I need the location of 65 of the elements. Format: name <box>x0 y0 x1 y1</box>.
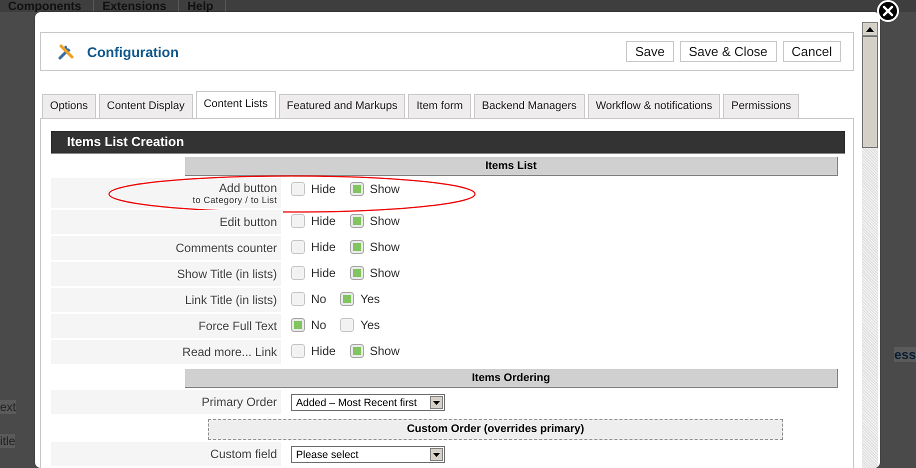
option-label: Hide <box>311 214 336 228</box>
field-sublabel: to Category / to List <box>192 195 277 205</box>
group-subheader: Custom Order (overrides primary) <box>208 419 783 440</box>
tab[interactable]: Featured and Markups <box>278 94 406 118</box>
field-label: Comments counter <box>176 241 277 255</box>
field-label: Custom field <box>210 447 277 461</box>
tab[interactable]: Item form <box>408 94 471 118</box>
option-label: Yes <box>360 318 380 332</box>
field-label: Add button <box>218 181 277 195</box>
background-text: ess <box>894 347 916 362</box>
tab[interactable]: Content Display <box>98 94 193 118</box>
option-label: Show <box>370 240 400 254</box>
option-label: Hide <box>311 266 336 280</box>
option-label: Hide <box>311 182 336 196</box>
radio-button[interactable] <box>291 214 305 228</box>
radio-button[interactable] <box>350 214 364 228</box>
field-label: Show Title (in lists) <box>176 267 277 281</box>
field-label: Primary Order <box>202 395 277 409</box>
dropdown-value: Added – Most Recent first <box>296 396 417 408</box>
dialog-title: Configuration <box>87 44 179 60</box>
save-close-button[interactable]: Save & Close <box>680 41 777 62</box>
radio-button[interactable] <box>350 240 364 254</box>
section-title: Items List Creation <box>51 131 845 154</box>
dropdown[interactable]: Please select <box>291 446 445 463</box>
cancel-button[interactable]: Cancel <box>782 41 841 62</box>
radio-button[interactable] <box>340 318 354 332</box>
scrollbar[interactable] <box>862 22 878 468</box>
group-header: Items List <box>185 157 838 176</box>
option-label: Hide <box>311 344 336 358</box>
option-label: Yes <box>360 292 380 306</box>
radio-button[interactable] <box>291 292 305 306</box>
scroll-up-icon[interactable] <box>862 22 878 36</box>
radio-button[interactable] <box>291 318 305 332</box>
radio-button[interactable] <box>291 182 305 196</box>
option-label: No <box>311 292 326 306</box>
option-label: Show <box>370 266 400 280</box>
background-text: ext <box>0 400 16 414</box>
radio-button[interactable] <box>350 344 364 358</box>
tab[interactable]: Options <box>42 94 96 118</box>
save-button[interactable]: Save <box>626 41 674 62</box>
field-label: Edit button <box>220 215 277 229</box>
radio-button[interactable] <box>350 182 364 196</box>
radio-button[interactable] <box>291 266 305 280</box>
option-label: Show <box>370 344 400 358</box>
option-label: Show <box>370 182 400 196</box>
option-label: No <box>311 318 326 332</box>
tab[interactable]: Content Lists <box>196 91 276 118</box>
field-label: Link Title (in lists) <box>184 293 277 307</box>
tab[interactable]: Workflow & notifications <box>588 94 720 118</box>
scroll-thumb[interactable] <box>862 36 878 148</box>
tools-icon <box>57 42 75 60</box>
option-label: Show <box>370 214 400 228</box>
field-label: Read more... Link <box>182 345 277 359</box>
radio-button[interactable] <box>340 292 354 306</box>
dropdown-value: Please select <box>296 448 358 460</box>
option-label: Hide <box>311 240 336 254</box>
background-text: itle <box>0 434 16 448</box>
dropdown[interactable]: Added – Most Recent first <box>291 394 445 411</box>
radio-button[interactable] <box>350 266 364 280</box>
field-label: Force Full Text <box>198 319 277 333</box>
radio-button[interactable] <box>291 344 305 358</box>
tab[interactable]: Permissions <box>723 94 800 118</box>
radio-button[interactable] <box>291 240 305 254</box>
group-header: Items Ordering <box>185 369 838 388</box>
tab[interactable]: Backend Managers <box>474 94 585 118</box>
